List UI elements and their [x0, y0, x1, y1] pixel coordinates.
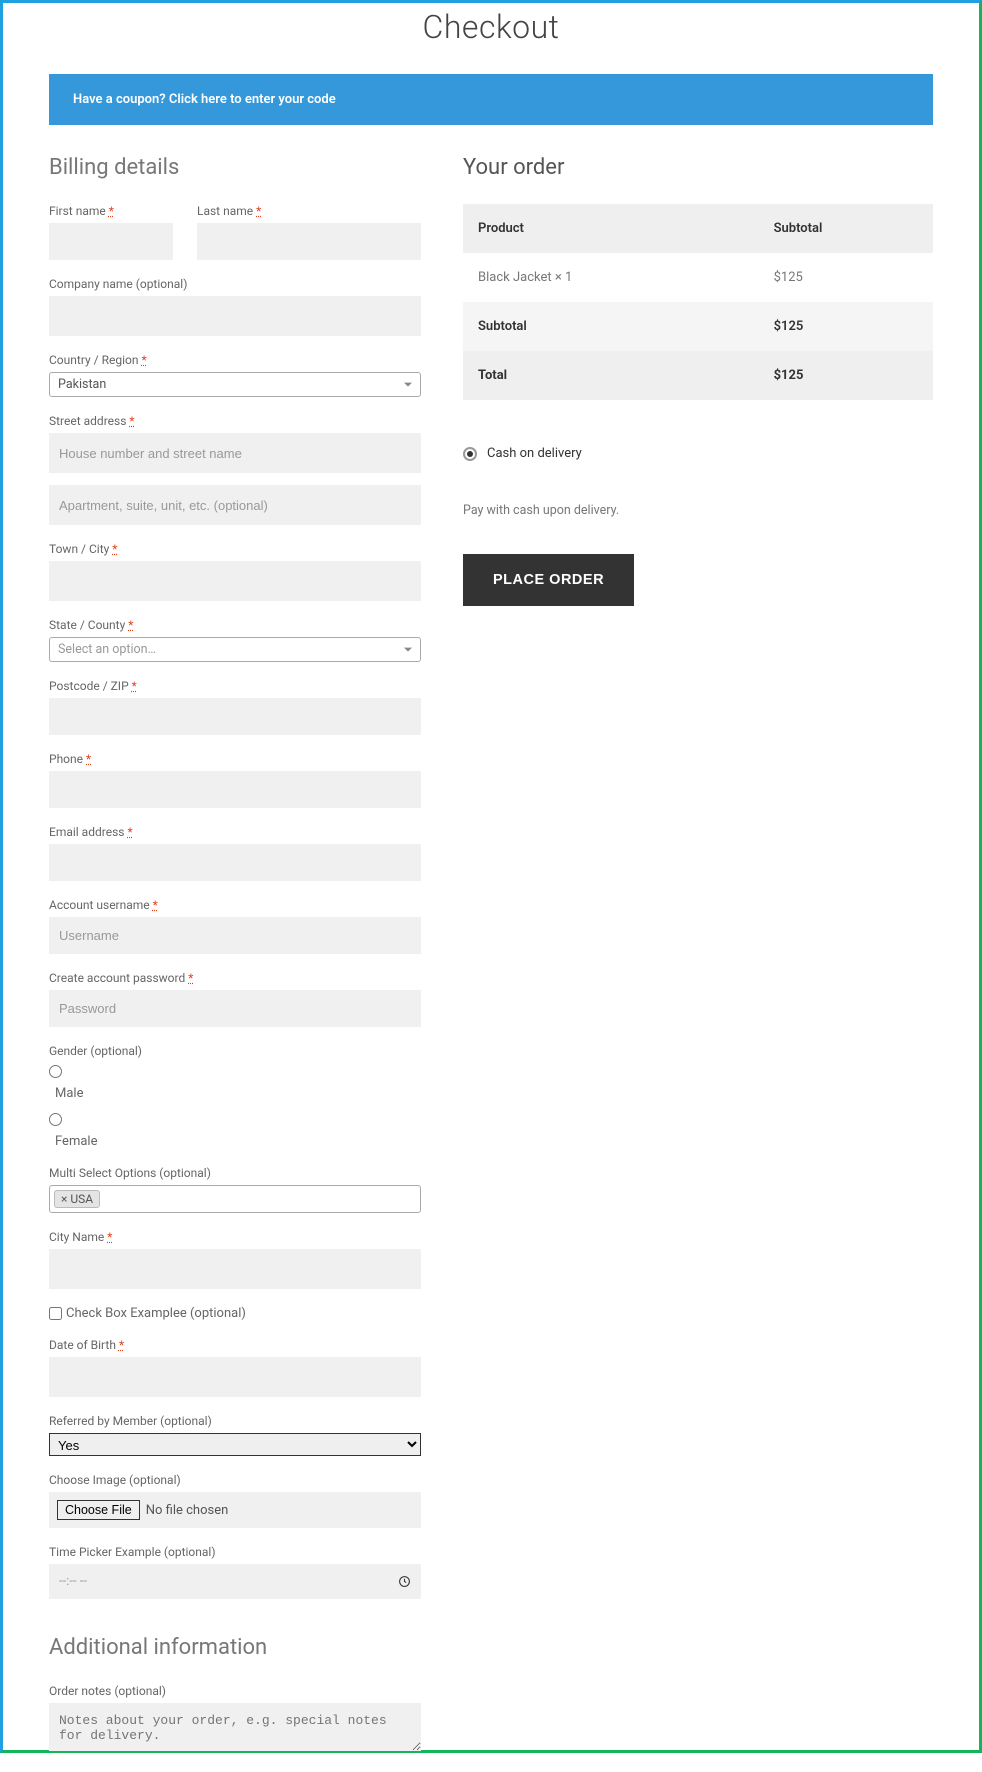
order-col-product: Product — [463, 204, 774, 253]
payment-option-label: Cash on delivery — [487, 446, 582, 461]
street-input-2[interactable] — [49, 485, 421, 525]
choose-file-button[interactable]: Choose File — [57, 1500, 140, 1520]
order-total-value: $125 — [774, 351, 933, 400]
order-notes-label: Order notes (optional) — [49, 1684, 421, 1698]
postcode-label: Postcode / ZIP * — [49, 679, 421, 693]
state-select[interactable]: Select an option… — [49, 637, 421, 662]
time-input[interactable]: --:-- -- — [49, 1564, 421, 1599]
country-select[interactable]: Pakistan — [49, 372, 421, 397]
billing-heading: Billing details — [49, 155, 421, 180]
order-item-row: Black Jacket × 1 $125 — [463, 253, 933, 302]
place-order-button[interactable]: PLACE ORDER — [463, 554, 634, 606]
radio-icon — [463, 447, 477, 461]
referred-select[interactable]: Yes — [49, 1433, 421, 1456]
gender-female-label: Female — [55, 1134, 421, 1149]
multi-tag-usa[interactable]: × USA — [54, 1190, 100, 1208]
street-input-1[interactable] — [49, 433, 421, 473]
page-title: Checkout — [49, 8, 933, 46]
username-input[interactable] — [49, 917, 421, 954]
image-label: Choose Image (optional) — [49, 1473, 421, 1487]
example-checkbox[interactable] — [49, 1307, 62, 1320]
payment-section: Cash on delivery Pay with cash upon deli… — [463, 446, 933, 606]
order-column: Your order Product Subtotal Black Jacket… — [463, 155, 933, 1772]
order-item-name: Black Jacket × 1 — [463, 253, 774, 302]
clock-icon — [398, 1575, 411, 1588]
gender-male-radio[interactable] — [49, 1065, 62, 1078]
example-checkbox-label: Check Box Examplee (optional) — [66, 1306, 246, 1321]
gender-female-radio[interactable] — [49, 1113, 62, 1126]
city-input[interactable] — [49, 561, 421, 601]
password-input[interactable] — [49, 990, 421, 1027]
referred-label: Referred by Member (optional) — [49, 1414, 421, 1428]
phone-label: Phone * — [49, 752, 421, 766]
username-label: Account username * — [49, 898, 421, 912]
email-input[interactable] — [49, 844, 421, 881]
order-col-subtotal: Subtotal — [774, 204, 933, 253]
gender-label: Gender (optional) — [49, 1044, 421, 1058]
billing-column: Billing details First name * Last name *… — [49, 155, 421, 1772]
order-heading: Your order — [463, 155, 933, 180]
password-label: Create account password * — [49, 971, 421, 985]
last-name-input[interactable] — [197, 223, 421, 260]
order-subtotal-value: $125 — [774, 302, 933, 351]
multi-select[interactable]: × USA — [49, 1185, 421, 1213]
order-subtotal-label: Subtotal — [463, 302, 774, 351]
first-name-label: First name * — [49, 204, 173, 218]
last-name-label: Last name * — [197, 204, 421, 218]
dob-input[interactable] — [49, 1357, 421, 1397]
order-table: Product Subtotal Black Jacket × 1 $125 S… — [463, 204, 933, 400]
order-notes-textarea[interactable] — [49, 1703, 421, 1751]
file-status: No file chosen — [146, 1503, 229, 1518]
order-total-label: Total — [463, 351, 774, 400]
state-label: State / County * — [49, 618, 421, 632]
company-label: Company name (optional) — [49, 277, 421, 291]
coupon-banner[interactable]: Have a coupon? Click here to enter your … — [49, 74, 933, 125]
payment-option-cod[interactable]: Cash on delivery — [463, 446, 933, 461]
city-label: Town / City * — [49, 542, 421, 556]
cityname-label: City Name * — [49, 1230, 421, 1244]
additional-heading: Additional information — [49, 1635, 421, 1660]
dob-label: Date of Birth * — [49, 1338, 421, 1352]
phone-input[interactable] — [49, 771, 421, 808]
postcode-input[interactable] — [49, 698, 421, 735]
time-label: Time Picker Example (optional) — [49, 1545, 421, 1559]
payment-description: Pay with cash upon delivery. — [463, 503, 933, 518]
gender-male-label: Male — [55, 1086, 421, 1101]
country-label: Country / Region * — [49, 353, 421, 367]
first-name-input[interactable] — [49, 223, 173, 260]
multi-label: Multi Select Options (optional) — [49, 1166, 421, 1180]
cityname-input[interactable] — [49, 1249, 421, 1289]
email-label: Email address * — [49, 825, 421, 839]
company-input[interactable] — [49, 296, 421, 336]
time-value: --:-- -- — [59, 1574, 87, 1589]
street-label: Street address * — [49, 414, 421, 428]
file-input-row: Choose File No file chosen — [49, 1492, 421, 1528]
order-item-price: $125 — [774, 253, 933, 302]
